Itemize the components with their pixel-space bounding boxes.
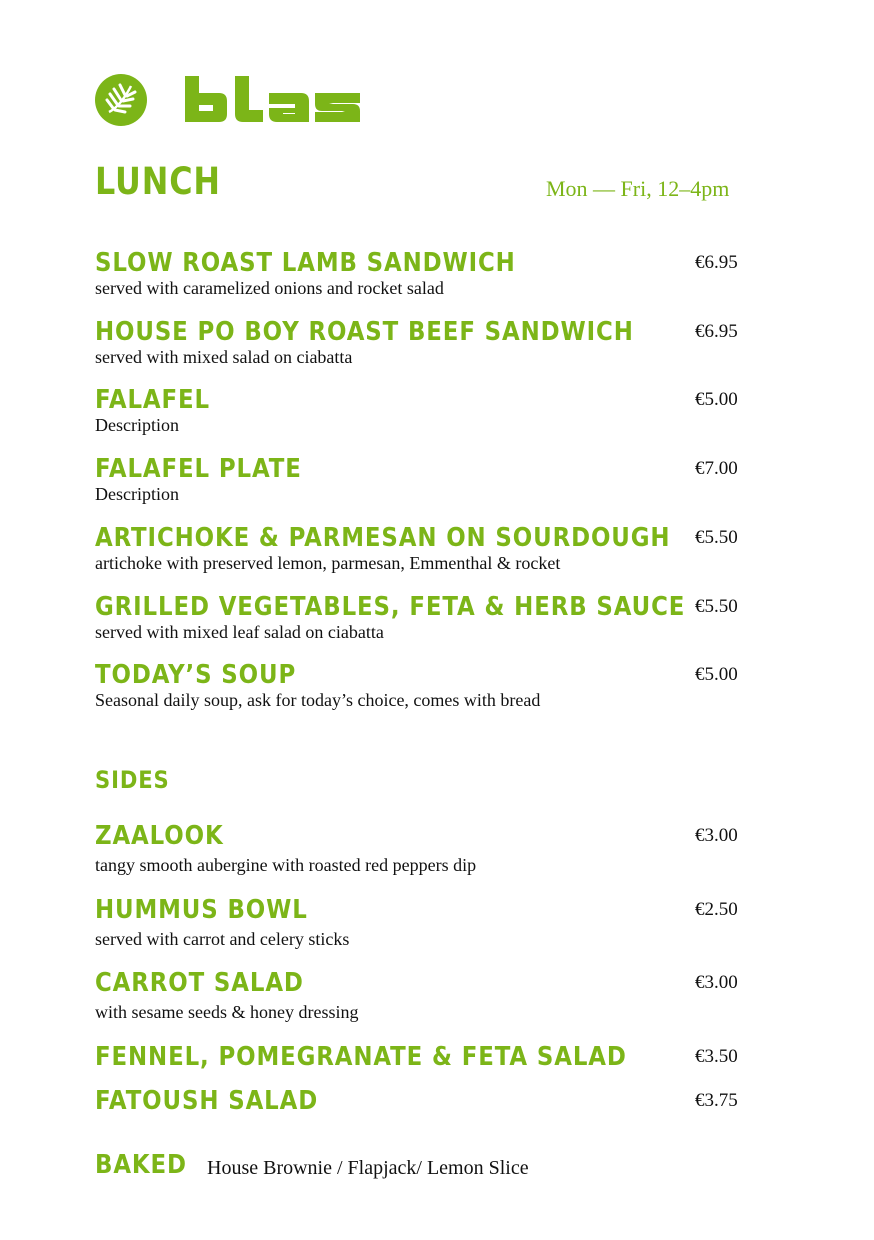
side-item-price: €3.75 <box>695 1090 738 1111</box>
lunch-heading: LUNCH <box>95 160 221 203</box>
menu-item-description: Description <box>95 484 179 504</box>
menu-item-price: €5.00 <box>695 389 738 410</box>
menu-item-description: served with mixed leaf salad on ciabatta <box>95 622 384 642</box>
sides-heading: SIDES <box>95 766 170 794</box>
side-item-name: ZAALOOK <box>95 821 224 851</box>
menu-item-price: €5.50 <box>695 527 738 548</box>
menu-item-description: artichoke with preserved lemon, parmesan… <box>95 553 561 573</box>
menu-item-price: €6.95 <box>695 252 738 273</box>
lunch-hours: Mon — Fri, 12–4pm <box>546 176 730 201</box>
menu-item-price: €5.50 <box>695 596 738 617</box>
menu-item-name: HOUSE PO BOY ROAST BEEF SANDWICH <box>95 317 634 347</box>
menu-item-description: Seasonal daily soup, ask for today’s cho… <box>95 690 541 710</box>
menu-item-price: €6.95 <box>695 321 738 342</box>
baked-heading: BAKED <box>95 1150 187 1180</box>
menu-item-description: Description <box>95 415 179 435</box>
menu-item-name: TODAY’S SOUP <box>95 660 297 690</box>
leaf-logo-icon <box>95 74 147 126</box>
side-item-description: tangy smooth aubergine with roasted red … <box>95 855 477 875</box>
side-item-price: €3.00 <box>695 972 738 993</box>
menu-item-description: served with mixed salad on ciabatta <box>95 347 353 367</box>
menu-item-price: €5.00 <box>695 664 738 685</box>
side-item-name: FENNEL, POMEGRANATE & FETA SALAD <box>95 1042 627 1072</box>
side-item-name: FATOUSH SALAD <box>95 1086 319 1116</box>
menu-item-name: ARTICHOKE & PARMESAN ON SOURDOUGH <box>95 523 671 553</box>
side-item-price: €2.50 <box>695 899 738 920</box>
side-item-price: €3.00 <box>695 825 738 846</box>
menu-item-price: €7.00 <box>695 458 738 479</box>
side-item-description: with sesame seeds & honey dressing <box>95 1002 359 1022</box>
baked-items: House Brownie / Flapjack/ Lemon Slice <box>207 1157 529 1179</box>
side-item-price: €3.50 <box>695 1046 738 1067</box>
menu-item-description: served with caramelized onions and rocke… <box>95 278 444 298</box>
menu-item-name: FALAFEL <box>95 385 211 415</box>
menu-item-name: GRILLED VEGETABLES, FETA & HERB SAUCE <box>95 592 686 622</box>
menu-item-name: SLOW ROAST LAMB SANDWICH <box>95 248 516 278</box>
side-item-name: HUMMUS BOWL <box>95 895 308 925</box>
menu-item-name: FALAFEL PLATE <box>95 454 302 484</box>
blas-wordmark-logo <box>185 76 360 122</box>
side-item-description: served with carrot and celery sticks <box>95 929 350 949</box>
side-item-name: CARROT SALAD <box>95 968 304 998</box>
